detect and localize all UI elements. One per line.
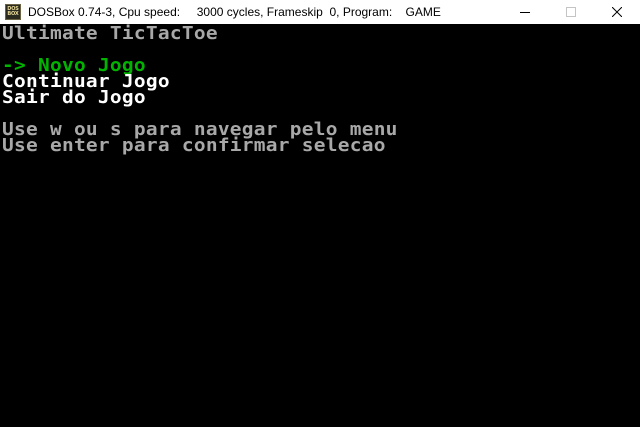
dosbox-icon[interactable]: DOS BOX <box>5 4 21 20</box>
menu-item-label: Sair do Jogo <box>2 86 146 108</box>
icon-label-bottom: BOX <box>7 11 19 17</box>
close-icon <box>612 7 622 17</box>
window-title: DOSBox 0.74-3, Cpu speed: 3000 cycles, F… <box>28 5 441 19</box>
maximize-icon <box>566 7 576 17</box>
game-title: Ultimate TicTacToe <box>2 22 218 44</box>
title-bar[interactable]: DOS BOX DOSBox 0.74-3, Cpu speed: 3000 c… <box>0 0 640 24</box>
instruction-confirm: Use enter para confirmar selecao <box>2 134 386 156</box>
menu-item-sair-do-jogo[interactable]: Sair do Jogo <box>2 88 146 106</box>
dos-screen[interactable]: Ultimate TicTacToe -> Novo Jogo Continua… <box>0 24 640 427</box>
dosbox-window: DOS BOX DOSBox 0.74-3, Cpu speed: 3000 c… <box>0 0 640 427</box>
close-button[interactable] <box>594 0 640 24</box>
window-controls <box>502 0 640 24</box>
minimize-button[interactable] <box>502 0 548 24</box>
minimize-icon <box>520 12 530 13</box>
maximize-button[interactable] <box>548 0 594 24</box>
